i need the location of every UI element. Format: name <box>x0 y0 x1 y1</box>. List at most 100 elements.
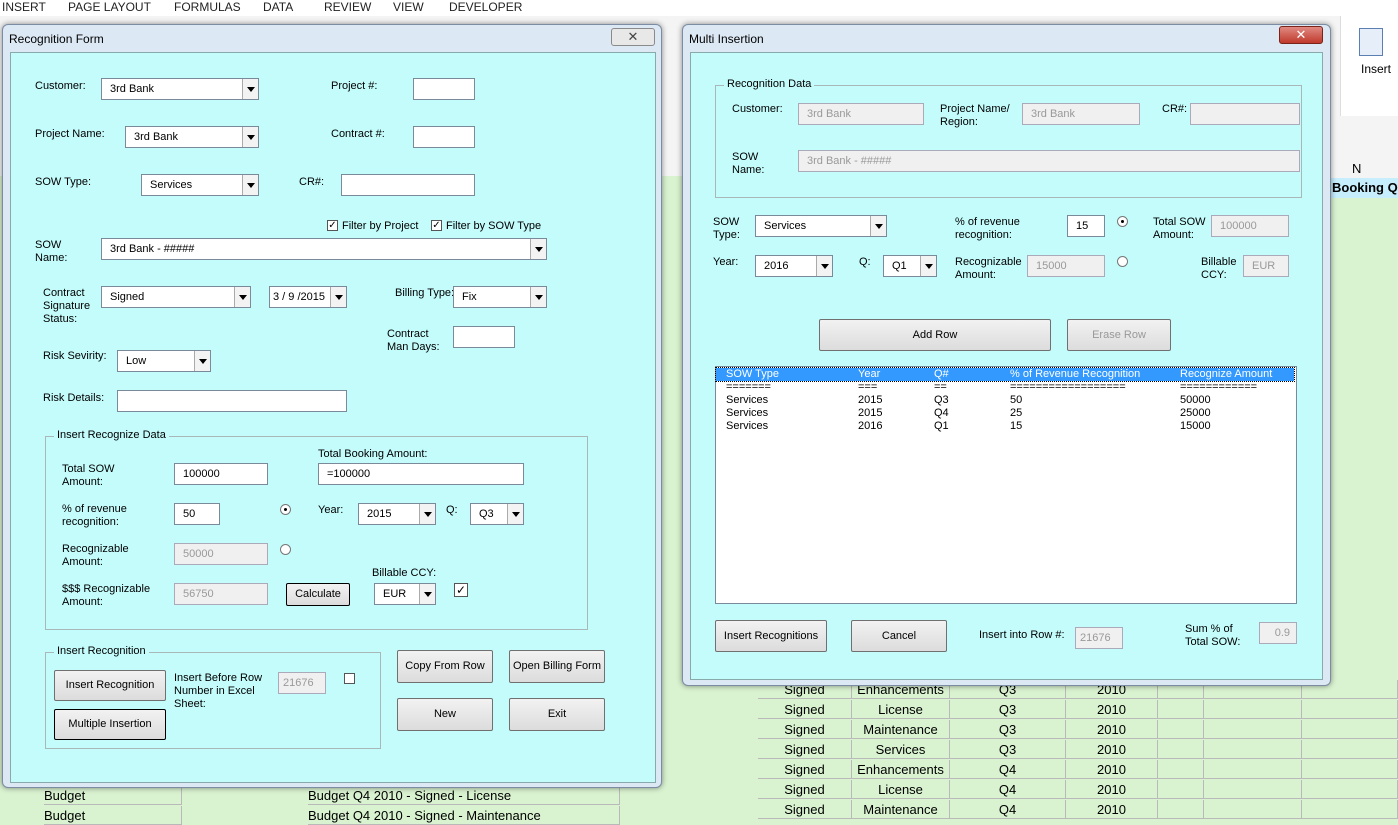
pct-radio[interactable] <box>280 504 291 515</box>
list-item[interactable]: Services 2015 Q4 25 25000 <box>716 407 1294 420</box>
cancel-button[interactable]: Cancel <box>851 620 947 652</box>
open-billing-form-button[interactable]: Open Billing Form <box>509 650 605 683</box>
sheet-cell[interactable]: Q4 <box>950 780 1066 799</box>
chevron-down-icon[interactable] <box>507 504 523 524</box>
sheet-cell[interactable]: 2010 <box>1066 700 1158 719</box>
billing-type-combobox[interactable]: Fix <box>453 286 547 308</box>
total-booking-field[interactable]: =100000 <box>318 463 524 485</box>
new-button[interactable]: New <box>397 698 493 731</box>
list-item[interactable]: Services 2016 Q1 15 15000 <box>716 420 1294 433</box>
risk-severity-combobox[interactable]: Low <box>117 350 211 372</box>
sheet-cell[interactable]: Signed <box>758 800 852 819</box>
ribbon-tab-formulas[interactable]: FORMULAS <box>174 0 241 14</box>
chevron-down-icon[interactable] <box>870 216 886 236</box>
ribbon-tab-developer[interactable]: DEVELOPER <box>449 0 522 14</box>
insert-cells-group[interactable]: Insert <box>1340 16 1398 116</box>
sheet-cell[interactable]: Q3 <box>950 700 1066 719</box>
sheet-cell-empty[interactable] <box>1158 700 1204 719</box>
sheet-cell-empty[interactable] <box>1302 780 1398 799</box>
sheet-cell[interactable]: Maintenance <box>852 720 950 739</box>
chevron-down-icon[interactable] <box>419 504 435 524</box>
sheet-cell[interactable]: Budget Q4 2010 - Signed - License <box>308 786 620 805</box>
sheet-cell-empty[interactable] <box>1158 760 1204 779</box>
sheet-cell[interactable]: Signed <box>758 780 852 799</box>
total-sow-field[interactable]: 100000 <box>174 463 268 485</box>
chevron-down-icon[interactable] <box>419 584 435 604</box>
sheet-cell[interactable]: Signed <box>758 760 852 779</box>
sheet-cell[interactable]: Q4 <box>950 760 1066 779</box>
chevron-down-icon[interactable] <box>242 175 258 195</box>
ribbon-tab-page-layout[interactable]: PAGE LAYOUT <box>68 0 151 14</box>
chevron-down-icon[interactable] <box>530 239 546 259</box>
exit-button[interactable]: Exit <box>509 698 605 731</box>
list-separator-row[interactable]: ======= === == ================== ======… <box>716 381 1294 394</box>
mi-quarter-combobox[interactable]: Q1 <box>883 255 937 277</box>
sheet-cell-empty[interactable] <box>1204 760 1302 779</box>
mi-pct-radio[interactable] <box>1117 216 1128 227</box>
sheet-cell[interactable]: Signed <box>758 740 852 759</box>
mi-pct-field[interactable]: 15 <box>1067 215 1105 237</box>
sheet-cell-empty[interactable] <box>1204 700 1302 719</box>
insert-before-checkbox[interactable] <box>344 673 355 684</box>
signature-date-picker[interactable]: 3 / 9 /2015 <box>269 286 347 308</box>
multi-insertion-close-button[interactable]: ✕ <box>1279 26 1323 44</box>
pct-recognition-field[interactable]: 50 <box>174 503 220 525</box>
sow-name-combobox[interactable]: 3rd Bank - ##### <box>101 238 547 260</box>
sheet-cell-empty[interactable] <box>1158 720 1204 739</box>
year-combobox[interactable]: 2015 <box>358 503 436 525</box>
mi-year-combobox[interactable]: 2016 <box>755 255 833 277</box>
sheet-cell[interactable]: Budget <box>44 806 182 825</box>
booking-header-cell[interactable]: Booking Q <box>1330 178 1398 198</box>
sheet-cell[interactable]: Maintenance <box>852 800 950 819</box>
chevron-down-icon[interactable] <box>194 351 210 371</box>
list-header-row[interactable]: SOW Type Year Q# % of Revenue Recognitio… <box>715 367 1295 382</box>
mi-amount-radio[interactable] <box>1117 256 1128 267</box>
sheet-cell[interactable]: Budget Q4 2010 - Signed - Maintenance <box>308 806 620 825</box>
sheet-cell-empty[interactable] <box>1204 740 1302 759</box>
project-name-combobox[interactable]: 3rd Bank <box>125 126 259 148</box>
sheet-cell[interactable]: 2010 <box>1066 740 1158 759</box>
sheet-cell-empty[interactable] <box>1302 740 1398 759</box>
sheet-cell-empty[interactable] <box>1204 720 1302 739</box>
project-num-field[interactable] <box>413 78 475 100</box>
contract-man-days-field[interactable] <box>453 326 515 348</box>
chevron-down-icon[interactable] <box>242 127 258 147</box>
cr-field[interactable] <box>341 174 475 196</box>
sheet-cell[interactable]: Services <box>852 740 950 759</box>
insert-recognition-button[interactable]: Insert Recognition <box>54 670 166 701</box>
sheet-cell[interactable]: Signed <box>758 700 852 719</box>
customer-combobox[interactable]: 3rd Bank <box>101 78 259 100</box>
chevron-down-icon[interactable] <box>530 287 546 307</box>
sheet-cell[interactable]: 2010 <box>1066 760 1158 779</box>
sheet-cell[interactable]: Budget <box>44 786 182 805</box>
ribbon-tab-insert[interactable]: INSERT <box>2 0 46 14</box>
calculate-button[interactable]: Calculate <box>286 583 350 606</box>
sheet-cell-empty[interactable] <box>1204 780 1302 799</box>
risk-details-field[interactable] <box>117 390 347 412</box>
billable-ccy-combobox[interactable]: EUR <box>374 583 436 605</box>
sheet-cell[interactable]: License <box>852 780 950 799</box>
list-item[interactable]: Services 2015 Q3 50 50000 <box>716 394 1294 407</box>
multiple-insertion-button[interactable]: Multiple Insertion <box>54 709 166 740</box>
sheet-cell[interactable]: License <box>852 700 950 719</box>
quarter-combobox[interactable]: Q3 <box>470 503 524 525</box>
filter-project-checkbox[interactable]: ✓ <box>327 220 338 231</box>
filter-sow-checkbox[interactable]: ✓ <box>431 220 442 231</box>
sow-type-combobox[interactable]: Services <box>141 174 259 196</box>
chevron-down-icon[interactable] <box>920 256 936 276</box>
recognition-form-close-button[interactable]: ✕ <box>611 28 655 46</box>
sheet-cell-empty[interactable] <box>1158 800 1204 819</box>
ribbon-tab-review[interactable]: REVIEW <box>324 0 371 14</box>
sheet-cell[interactable]: 2010 <box>1066 780 1158 799</box>
sheet-cell[interactable]: Enhancements <box>852 760 950 779</box>
column-header-n[interactable]: N <box>1330 158 1398 179</box>
sheet-cell-empty[interactable] <box>1204 800 1302 819</box>
sheet-cell[interactable]: Q3 <box>950 720 1066 739</box>
sheet-cell[interactable]: Q4 <box>950 800 1066 819</box>
add-row-button[interactable]: Add Row <box>819 319 1051 351</box>
copy-from-row-button[interactable]: Copy From Row <box>397 650 493 683</box>
chevron-down-icon[interactable] <box>242 79 258 99</box>
contract-signature-combobox[interactable]: Signed <box>101 286 251 308</box>
sheet-cell-empty[interactable] <box>1158 780 1204 799</box>
chevron-down-icon[interactable] <box>330 287 346 307</box>
